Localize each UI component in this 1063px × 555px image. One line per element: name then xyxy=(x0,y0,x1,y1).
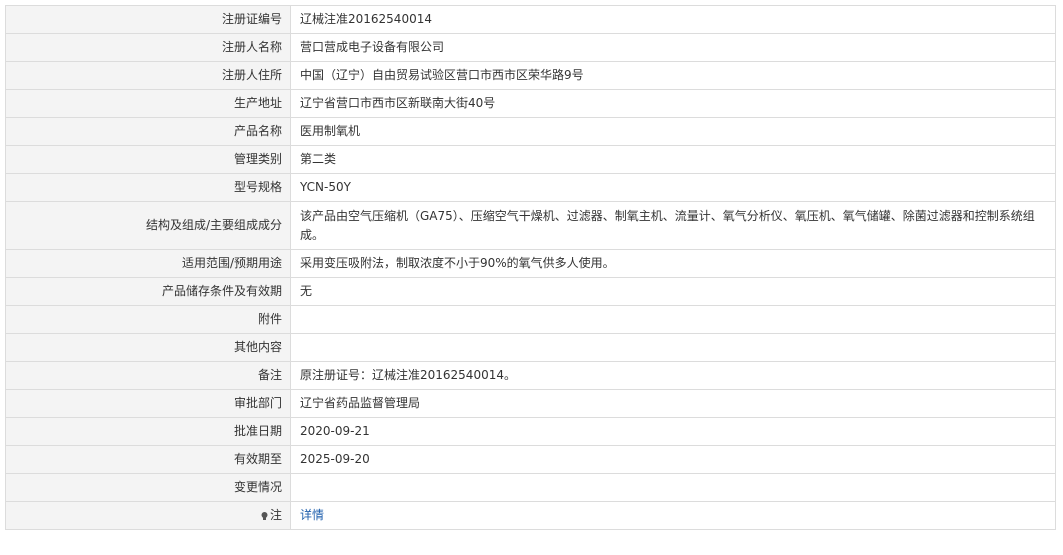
table-row: 批准日期 2020-09-21 xyxy=(5,417,1056,446)
field-label: 其他内容 xyxy=(5,333,291,362)
field-label: 审批部门 xyxy=(5,389,291,418)
field-value: 医用制氧机 xyxy=(290,117,1056,146)
table-row: 审批部门 辽宁省药品监督管理局 xyxy=(5,389,1056,418)
field-value: YCN-50Y xyxy=(290,173,1056,202)
field-value: 无 xyxy=(290,277,1056,306)
table-row: 产品名称 医用制氧机 xyxy=(5,117,1056,146)
table-row: 注册人名称 营口营成电子设备有限公司 xyxy=(5,33,1056,62)
table-row: 变更情况 xyxy=(5,473,1056,502)
field-value: 原注册证号：辽械注准20162540014。 xyxy=(290,361,1056,390)
field-label: 适用范围/预期用途 xyxy=(5,249,291,278)
lightbulb-icon xyxy=(261,507,268,520)
registration-details: 注册证编号 辽械注准20162540014 注册人名称 营口营成电子设备有限公司 注… xyxy=(5,5,1056,530)
field-label: 附件 xyxy=(5,305,291,334)
field-value: 2025-09-20 xyxy=(290,445,1056,474)
note-label-cell: 注 xyxy=(5,501,291,530)
table-row: 有效期至 2025-09-20 xyxy=(5,445,1056,474)
field-value: 辽械注准20162540014 xyxy=(290,5,1056,34)
field-value: 营口营成电子设备有限公司 xyxy=(290,33,1056,62)
table-row: 其他内容 xyxy=(5,333,1056,362)
field-value: 辽宁省药品监督管理局 xyxy=(290,389,1056,418)
field-label: 产品名称 xyxy=(5,117,291,146)
field-label: 批准日期 xyxy=(5,417,291,446)
field-value: 2020-09-21 xyxy=(290,417,1056,446)
field-label: 生产地址 xyxy=(5,89,291,118)
table-row: 生产地址 辽宁省营口市西市区新联南大街40号 xyxy=(5,89,1056,118)
field-label: 产品储存条件及有效期 xyxy=(5,277,291,306)
table-row: 附件 xyxy=(5,305,1056,334)
note-row: 注 详情 xyxy=(5,501,1056,530)
field-label: 管理类别 xyxy=(5,145,291,174)
field-value: 中国（辽宁）自由贸易试验区营口市西市区荣华路9号 xyxy=(290,61,1056,90)
table-row: 适用范围/预期用途 采用变压吸附法，制取浓度不小于90%的氧气供多人使用。 xyxy=(5,249,1056,278)
field-value: 该产品由空气压缩机（GA75）、压缩空气干燥机、过滤器、制氧主机、流量计、氧气分… xyxy=(290,201,1056,250)
table-row: 注册证编号 辽械注准20162540014 xyxy=(5,5,1056,34)
table-row: 产品储存条件及有效期无 xyxy=(5,277,1056,306)
table-row: 管理类别 第二类 xyxy=(5,145,1056,174)
details-table: 注册证编号 辽械注准20162540014 注册人名称 营口营成电子设备有限公司 注… xyxy=(5,5,1056,530)
table-row: 结构及组成/主要组成成分 该产品由空气压缩机（GA75）、压缩空气干燥机、过滤器、… xyxy=(5,201,1056,250)
field-label: 型号规格 xyxy=(5,173,291,202)
table-row: 备注 原注册证号：辽械注准20162540014。 xyxy=(5,361,1056,390)
table-row: 注册人住所 中国（辽宁）自由贸易试验区营口市西市区荣华路9号 xyxy=(5,61,1056,90)
field-value: 第二类 xyxy=(290,145,1056,174)
note-label: 注 xyxy=(269,508,282,522)
field-label: 备注 xyxy=(5,361,291,390)
field-value xyxy=(290,305,1056,334)
field-label: 有效期至 xyxy=(5,445,291,474)
field-label: 注册证编号 xyxy=(5,5,291,34)
field-value: 采用变压吸附法，制取浓度不小于90%的氧气供多人使用。 xyxy=(290,249,1056,278)
details-link[interactable]: 详情 xyxy=(300,508,324,522)
field-label: 注册人名称 xyxy=(5,33,291,62)
field-label: 注册人住所 xyxy=(5,61,291,90)
field-value: 辽宁省营口市西市区新联南大街40号 xyxy=(290,89,1056,118)
field-value xyxy=(290,473,1056,502)
field-label: 结构及组成/主要组成成分 xyxy=(5,201,291,250)
table-row: 型号规格 YCN-50Y xyxy=(5,173,1056,202)
note-value-cell: 详情 xyxy=(290,501,1056,530)
field-value xyxy=(290,333,1056,362)
field-label: 变更情况 xyxy=(5,473,291,502)
